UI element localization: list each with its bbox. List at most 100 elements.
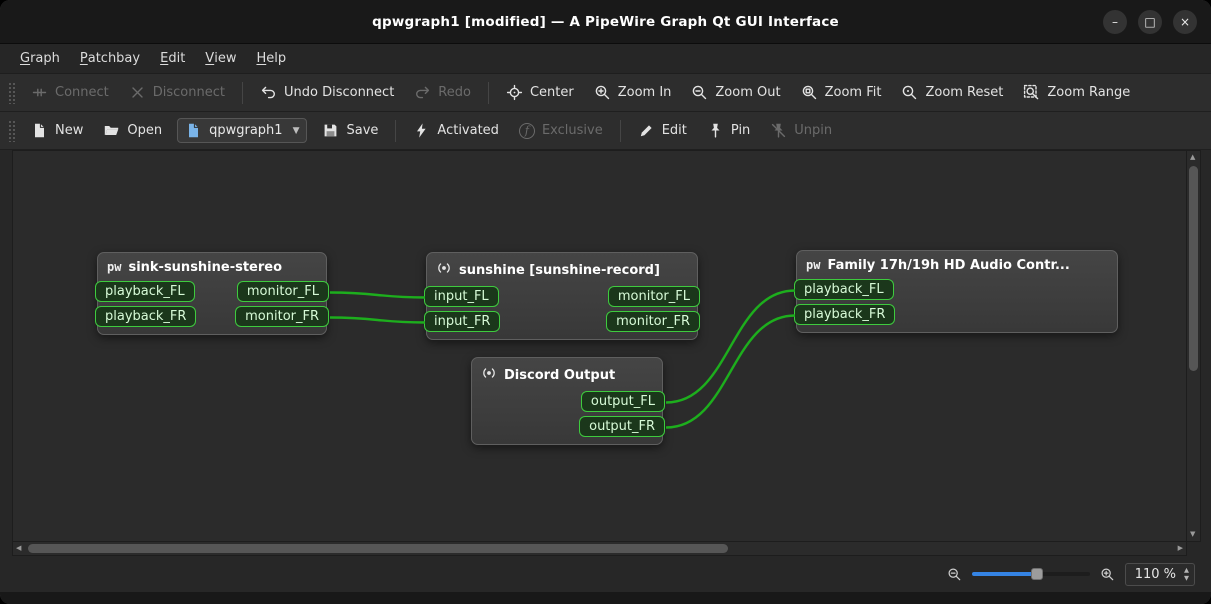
- vertical-scrollbar[interactable]: ▲ ▼: [1187, 150, 1201, 542]
- menubar: Graph Patchbay Edit View Help: [0, 44, 1211, 74]
- spin-up-icon[interactable]: ▲: [1184, 567, 1189, 574]
- port-playback_FL[interactable]: playback_FL: [794, 279, 894, 300]
- zoom-slider[interactable]: [971, 568, 1090, 580]
- patchbay-selector[interactable]: qpwgraph1 ▼: [177, 118, 308, 143]
- toolbar-button-label: Exclusive: [541, 123, 603, 138]
- zoom-in-mini-icon[interactable]: [1100, 567, 1115, 582]
- save-button[interactable]: Save: [313, 117, 387, 144]
- node-header[interactable]: Discord Output: [472, 362, 662, 391]
- zoom-slider-handle[interactable]: [1030, 568, 1043, 580]
- center-icon: [506, 84, 523, 101]
- pin-icon: [707, 122, 724, 139]
- speaker-icon: [481, 365, 497, 385]
- port-monitor_FR[interactable]: monitor_FR: [606, 311, 700, 332]
- port-monitor_FL[interactable]: monitor_FL: [607, 286, 700, 307]
- edit-button[interactable]: Edit: [629, 117, 696, 144]
- port-input_FL[interactable]: input_FL: [424, 286, 499, 307]
- zoom-out-mini-icon[interactable]: [947, 567, 962, 582]
- zoom-reset-button[interactable]: Zoom Reset: [892, 79, 1012, 106]
- toolbar-button-label: Zoom Fit: [824, 85, 882, 100]
- scroll-up-icon[interactable]: ▲: [1190, 154, 1195, 161]
- edit-icon: [638, 122, 655, 139]
- menu-graph[interactable]: Graph: [10, 44, 70, 73]
- port-playback_FR[interactable]: playback_FR: [794, 304, 896, 325]
- zoom-spinbox[interactable]: 110 % ▲ ▼: [1124, 562, 1195, 586]
- new-button[interactable]: New: [22, 117, 92, 144]
- zoom-fit-button[interactable]: Zoom Fit: [792, 79, 891, 106]
- maximize-button[interactable]: □: [1138, 9, 1162, 34]
- scrollbar-corner: [1187, 542, 1201, 556]
- toolbar-separator: [241, 81, 243, 104]
- zoom-range-button[interactable]: Zoom Range: [1014, 79, 1139, 106]
- horizontal-scrollbar[interactable]: ◀ ▶: [12, 542, 1187, 556]
- horizontal-scrollbar-thumb[interactable]: [28, 544, 728, 553]
- toolbar-separator: [487, 81, 489, 104]
- unpin-button: Unpin: [761, 117, 841, 144]
- activated-button[interactable]: Activated: [404, 117, 508, 144]
- open-icon: [103, 122, 120, 139]
- graph-node-discord[interactable]: Discord Output output_FL output_FR: [471, 357, 665, 445]
- toolbar-button-label: Zoom Reset: [925, 85, 1004, 100]
- toolbar-handle[interactable]: [8, 81, 15, 104]
- connect-icon: [31, 84, 48, 101]
- scroll-right-icon[interactable]: ▶: [1178, 545, 1183, 552]
- unpin-icon: [770, 122, 787, 139]
- node-title: Family 17h/19h HD Audio Contr...: [827, 258, 1070, 273]
- graph-node-family[interactable]: pw Family 17h/19h HD Audio Contr... playba…: [794, 250, 1118, 333]
- undo-icon: [260, 84, 277, 101]
- toolbar-button-label: Center: [529, 85, 574, 100]
- port-monitor_FL[interactable]: monitor_FL: [236, 281, 329, 302]
- node-title: Discord Output: [504, 367, 616, 383]
- undo-disconnect-button[interactable]: Undo Disconnect: [251, 79, 403, 106]
- zoom-out-button[interactable]: Zoom Out: [682, 79, 789, 106]
- zoom-in-button[interactable]: Zoom In: [585, 79, 681, 106]
- disconnect-icon: [129, 84, 146, 101]
- pin-button[interactable]: Pin: [698, 117, 759, 144]
- chevron-down-icon[interactable]: ▼: [293, 126, 300, 136]
- toolbar-button-label: Activated: [437, 123, 499, 138]
- menu-view[interactable]: View: [195, 44, 246, 73]
- zoom-fit-icon: [801, 84, 818, 101]
- graph-node-sunshine[interactable]: sunshine [sunshine-record] input_FLmonito…: [424, 252, 700, 340]
- spin-down-icon[interactable]: ▼: [1184, 574, 1189, 582]
- graph-node-sink[interactable]: pw sink-sunshine-stereo playback_FLmonitor…: [95, 252, 329, 335]
- toolbar-handle[interactable]: [8, 119, 15, 142]
- main-area: pw sink-sunshine-stereo playback_FL monitor…: [0, 150, 1211, 556]
- menu-patchbay[interactable]: Patchbay: [70, 44, 150, 73]
- toolbar-button-label: Unpin: [794, 123, 833, 138]
- zoom-in-icon: [594, 84, 611, 101]
- patchbay-selector-value: qpwgraph1: [209, 123, 283, 138]
- port-output_FL[interactable]: output_FL: [580, 391, 665, 412]
- scroll-left-icon[interactable]: ◀: [16, 545, 21, 552]
- port-output_FR[interactable]: output_FR: [579, 416, 665, 437]
- toolbar-button-label: Zoom In: [617, 85, 672, 100]
- node-header[interactable]: pw Family 17h/19h HD Audio Contr...: [797, 255, 1117, 279]
- toolbar-button-label: Zoom Range: [1047, 85, 1131, 100]
- activated-icon: [413, 122, 430, 139]
- patchbay-file-icon: [185, 122, 202, 139]
- node-header[interactable]: pw sink-sunshine-stereo: [98, 257, 326, 281]
- exclusive-button: f Exclusive: [510, 118, 612, 144]
- port-playback_FR[interactable]: playback_FR: [95, 306, 197, 327]
- scroll-down-icon[interactable]: ▼: [1190, 531, 1195, 538]
- pipewire-icon: pw: [806, 258, 821, 272]
- graph-toolbar: Connect Disconnect Undo Disconnect Redo Cent…: [0, 74, 1211, 112]
- menu-help[interactable]: Help: [246, 44, 296, 73]
- menu-edit[interactable]: Edit: [150, 44, 195, 73]
- graph-canvas[interactable]: pw sink-sunshine-stereo playback_FL monitor…: [12, 150, 1187, 542]
- center-button[interactable]: Center: [497, 79, 583, 106]
- wire-monitor_FL: [329, 291, 426, 299]
- port-playback_FL[interactable]: playback_FL: [95, 281, 195, 302]
- toolbar-button-label: Pin: [730, 123, 751, 138]
- node-header[interactable]: sunshine [sunshine-record]: [427, 257, 697, 286]
- minimize-button[interactable]: –: [1103, 9, 1127, 34]
- window-controls: – □ ×: [1103, 9, 1197, 34]
- zoom-out-icon: [691, 84, 708, 101]
- port-monitor_FR[interactable]: monitor_FR: [235, 306, 329, 327]
- statusbar: 110 % ▲ ▼: [0, 556, 1211, 592]
- zoom-slider-fill: [971, 572, 1037, 576]
- port-input_FR[interactable]: input_FR: [424, 311, 501, 332]
- open-button[interactable]: Open: [94, 117, 171, 144]
- close-button[interactable]: ×: [1173, 9, 1197, 34]
- vertical-scrollbar-thumb[interactable]: [1189, 166, 1198, 371]
